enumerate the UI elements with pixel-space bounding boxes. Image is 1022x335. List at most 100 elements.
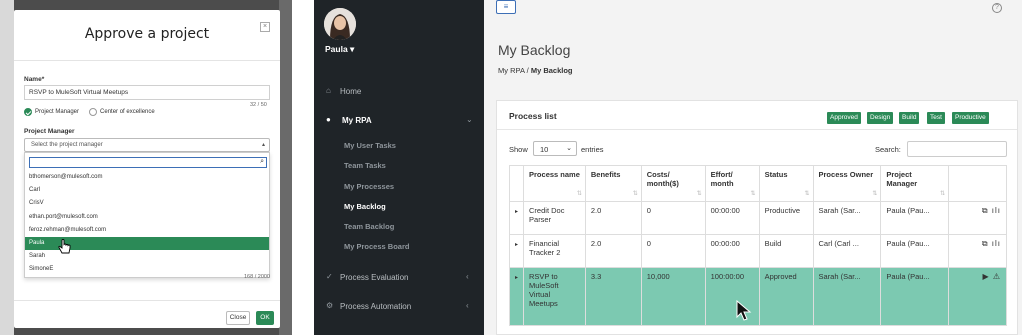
expand-row-icon[interactable]: ▸	[515, 275, 518, 281]
project-manager-label: Project Manager	[24, 128, 75, 135]
description-char-counter: 168 / 2000	[244, 274, 270, 280]
cell-owner: Sarah (Sar...	[812, 201, 882, 235]
nav-my-user-tasks[interactable]: My User Tasks	[344, 141, 396, 150]
cell-effort: 00:00:00	[704, 201, 760, 235]
project-name-input[interactable]: RSVP to MuleSoft Virtual Meetups	[24, 85, 270, 100]
cell-status: Build	[758, 234, 814, 268]
header-actions	[948, 165, 1007, 202]
nav-my-process-board[interactable]: My Process Board	[344, 242, 409, 251]
project-manager-placeholder: Select the project manager	[31, 142, 103, 148]
breadcrumb: My RPA / My Backlog	[498, 66, 573, 75]
table-row[interactable]: ▸ Credit Doc Parser 2.0 0 00:00:00 Productive…	[508, 201, 1007, 235]
modal-title: Approve a project	[84, 26, 210, 42]
radio-project-manager-label: Project Manager	[35, 109, 80, 115]
sidebar: Paula ▾ ⌂ Home ● My RPA ⌄ My User Tasks …	[314, 0, 484, 335]
cell-costs: 0	[640, 201, 706, 235]
table-row[interactable]: ▸ Financial Tracker 2 2.0 0 00:00:00 Build Car…	[508, 234, 1007, 268]
header-process-name[interactable]: Process name ⇅	[523, 165, 586, 202]
nav-my-rpa[interactable]: My RPA	[342, 116, 372, 125]
page-title: My Backlog	[498, 42, 571, 58]
my-backlog-screenshot: Paula ▾ ⌂ Home ● My RPA ⌄ My User Tasks …	[314, 0, 1022, 335]
cell-owner: Carl (Carl ...	[812, 234, 882, 268]
row-actions-icon[interactable]: ⧉ ılı	[982, 239, 1001, 248]
nav-team-backlog[interactable]: Team Backlog	[344, 222, 394, 231]
entries-select-value: 10	[540, 145, 549, 154]
project-manager-select[interactable]: Select the project manager ▴	[24, 138, 270, 152]
tag-productive[interactable]: Productive	[952, 112, 989, 124]
cell-manager: Paula (Pau...	[880, 267, 950, 326]
radio-project-manager[interactable]	[24, 108, 32, 116]
user-avatar-icon	[324, 8, 356, 40]
cell-name: Credit Doc Parser	[523, 201, 586, 235]
nav-process-evaluation[interactable]: Process Evaluation	[340, 273, 408, 282]
cell-name: RSVP to MuleSoft Virtual Meetups	[523, 267, 586, 326]
process-list-title: Process list	[509, 111, 557, 121]
nav-my-processes[interactable]: My Processes	[344, 182, 394, 191]
chevron-down-icon[interactable]: ⌄	[466, 115, 473, 124]
row-actions-icon[interactable]: ⧉ ılı	[982, 206, 1001, 215]
name-label: Name*	[24, 76, 45, 83]
expand-row-icon[interactable]: ▸	[515, 209, 518, 215]
background-page-strip-right	[279, 0, 292, 335]
sort-icon: ⇅	[576, 191, 582, 197]
cell-manager: Paula (Pau...	[880, 201, 950, 235]
cell-name: Financial Tracker 2	[523, 234, 586, 268]
chevron-left-icon[interactable]: ‹	[466, 301, 469, 310]
approve-project-modal: Approve a project × Name* RSVP to MuleSo…	[14, 10, 280, 328]
help-icon[interactable]: ?	[992, 3, 1002, 13]
dropdown-option[interactable]: ethan.port@mulesoft.com	[25, 211, 269, 224]
approver-type-radio-group: Project Manager Center of excellence	[24, 107, 165, 117]
background-page-strip	[0, 0, 14, 335]
radio-center-of-excellence-label: Center of excellence	[100, 109, 155, 115]
tag-build[interactable]: Build	[899, 112, 920, 124]
close-icon[interactable]: ×	[260, 22, 270, 32]
nav-my-backlog[interactable]: My Backlog	[344, 202, 386, 211]
sort-icon: ⇅	[696, 191, 702, 197]
close-button[interactable]: Close	[226, 311, 250, 325]
process-table: Process name ⇅ Benefits ⇅ Costs/ month($) ⇅…	[508, 165, 1007, 326]
menu-toggle-button[interactable]: ≡	[496, 0, 516, 14]
user-icon: ●	[326, 115, 331, 124]
dropdown-option[interactable]: SimoneE	[25, 263, 269, 276]
search-icon: ⌕	[260, 158, 264, 165]
process-list-card: Process list Approved Design Build Test …	[496, 100, 1018, 335]
user-menu[interactable]: Paula ▾	[325, 44, 354, 55]
hamburger-icon: ≡	[503, 2, 509, 11]
expand-row-icon[interactable]: ▸	[515, 242, 518, 248]
name-char-counter: 32 / 50	[250, 102, 267, 108]
nav-process-automation[interactable]: Process Automation	[340, 302, 411, 311]
dropdown-option[interactable]: CrisV	[25, 197, 269, 210]
table-search-input[interactable]	[907, 141, 1007, 157]
dropdown-option[interactable]: Carl	[25, 184, 269, 197]
tag-test[interactable]: Test	[927, 112, 945, 124]
header-process-owner[interactable]: Process Owner ⇅	[812, 165, 882, 202]
home-icon: ⌂	[326, 86, 331, 95]
radio-center-of-excellence[interactable]	[89, 108, 98, 116]
breadcrumb-root[interactable]: My RPA	[498, 66, 525, 75]
dropdown-search-input[interactable]: ⌕	[29, 157, 267, 168]
header-benefits[interactable]: Benefits ⇅	[584, 165, 642, 202]
nav-team-tasks[interactable]: Team Tasks	[344, 161, 386, 170]
table-row[interactable]: ▸ RSVP to MuleSoft Virtual Meetups 3.3 10,0…	[508, 267, 1007, 326]
cell-status: Approved	[758, 267, 814, 326]
header-costs[interactable]: Costs/ month($) ⇅	[640, 165, 706, 202]
header-project-manager[interactable]: Project Manager ⇅	[880, 165, 950, 202]
entries-label: entries	[581, 145, 604, 154]
avatar[interactable]	[324, 8, 356, 40]
header-effort[interactable]: Effort/ month ⇅	[704, 165, 760, 202]
dropdown-option[interactable]: feroz.rehman@mulesoft.com	[25, 224, 269, 237]
sort-icon: ⇅	[632, 191, 638, 197]
caret-up-icon: ▴	[261, 142, 265, 148]
tag-design[interactable]: Design	[867, 112, 894, 124]
header-status[interactable]: Status ⇅	[758, 165, 814, 202]
row-actions-icon[interactable]: ▶ ⚠	[982, 272, 1001, 281]
ok-button[interactable]: OK	[256, 311, 274, 325]
tag-approved[interactable]: Approved	[827, 112, 861, 124]
chevron-left-icon[interactable]: ‹	[466, 272, 469, 281]
dropdown-option[interactable]: bthomerson@mulesoft.com	[25, 171, 269, 184]
top-bar: ≡ ?	[484, 0, 1022, 18]
breadcrumb-current: My Backlog	[530, 66, 573, 75]
entries-select[interactable]: 10 ⌄	[533, 141, 577, 156]
nav-home[interactable]: Home	[340, 87, 361, 96]
project-manager-dropdown: ⌕ bthomerson@mulesoft.com Carl CrisV ethan.…	[24, 152, 270, 278]
